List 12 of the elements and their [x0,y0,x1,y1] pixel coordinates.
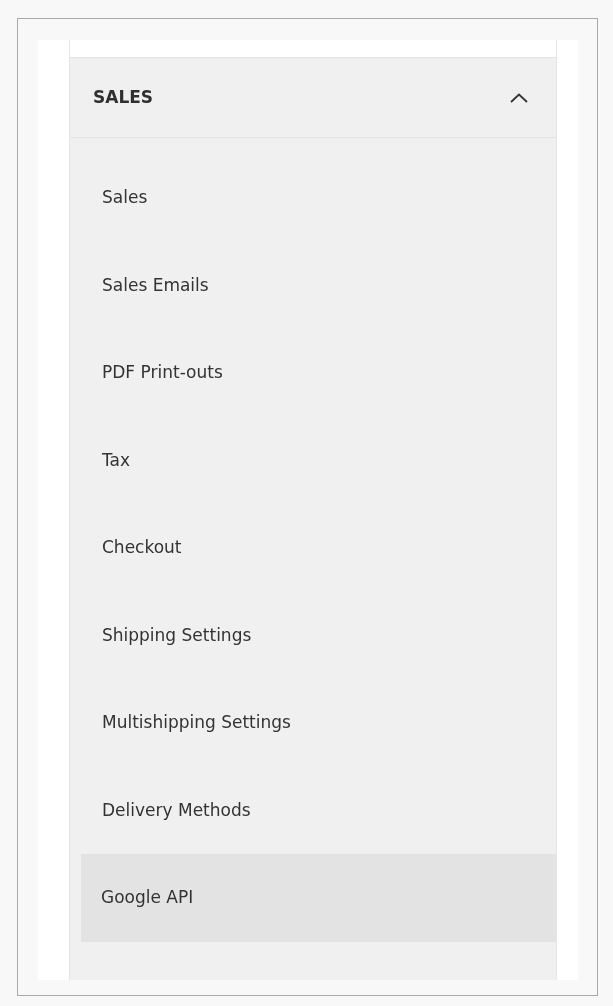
nav-item[interactable]: Delivery Methods [70,766,556,854]
nav-item[interactable]: Checkout [70,504,556,592]
nav-item[interactable]: Multishipping Settings [70,679,556,767]
section-header[interactable]: SALES [70,57,556,138]
nav-item[interactable]: Shipping Settings [70,591,556,679]
nav-item[interactable]: Tax [70,416,556,504]
nav-item[interactable]: Sales [70,154,556,242]
nav-item[interactable]: PDF Print-outs [70,329,556,417]
nav-item[interactable]: Google API [81,854,556,942]
chevron-up-icon[interactable] [510,92,528,103]
section-title: SALES [93,85,154,109]
nav-item[interactable]: Sales Emails [70,241,556,329]
